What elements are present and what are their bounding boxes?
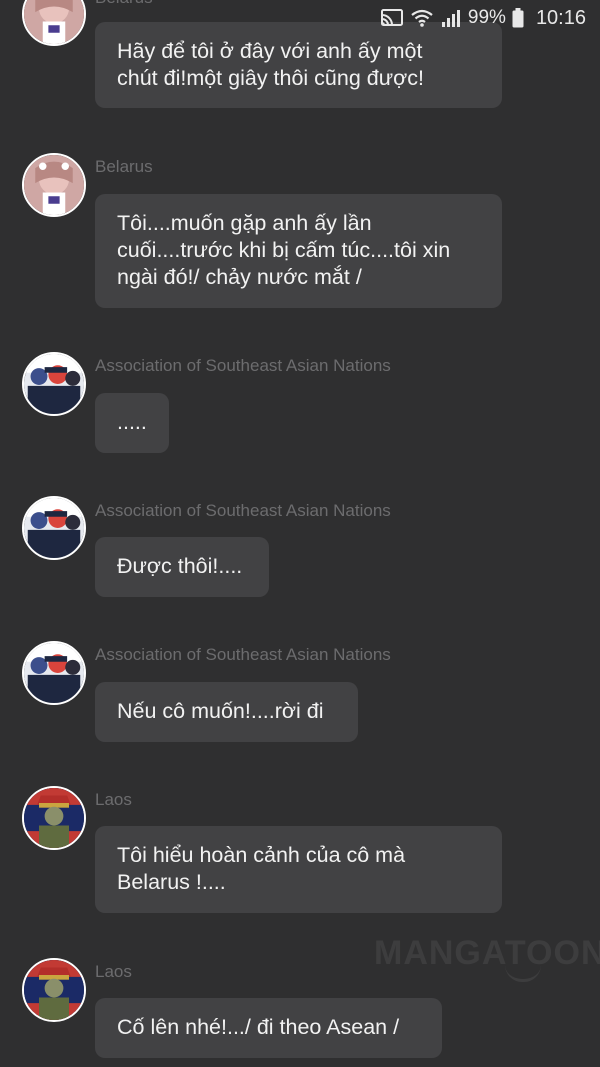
watermark-smile xyxy=(505,965,541,982)
belarus-avatar[interactable] xyxy=(22,153,86,217)
cast-icon xyxy=(380,8,404,28)
signal-icon xyxy=(440,8,460,28)
message-bubble[interactable]: Tôi hiểu hoàn cảnh của cô mà Belarus !..… xyxy=(95,826,502,913)
sender-name: Association of Southeast Asian Nations xyxy=(95,356,391,375)
status-bar: 99% 10:16 xyxy=(380,0,600,36)
battery-percent: 99% xyxy=(467,7,506,28)
sender-name: Belarus xyxy=(95,157,153,176)
battery-icon xyxy=(512,8,524,28)
clock: 10:16 xyxy=(535,6,586,29)
message-bubble[interactable]: Nếu cô muốn!....rời đi xyxy=(95,682,358,742)
laos-avatar[interactable] xyxy=(22,786,86,850)
asean-avatar[interactable] xyxy=(22,352,86,416)
message-bubble[interactable]: Tôi....muốn gặp anh ấy lần cuối....trước… xyxy=(95,194,502,308)
sender-name: Belarus xyxy=(95,0,153,8)
message-bubble[interactable]: Cố lên nhé!.../ đi theo Asean / xyxy=(95,998,442,1058)
wifi-icon xyxy=(410,8,434,28)
belarus-avatar[interactable] xyxy=(22,0,86,46)
message-bubble[interactable]: Được thôi!.... xyxy=(95,537,269,597)
sender-name: Association of Southeast Asian Nations xyxy=(95,645,391,664)
sender-name: Laos xyxy=(95,962,132,981)
watermark: MANGATOON xyxy=(374,934,600,972)
sender-name: Laos xyxy=(95,790,132,809)
sender-name: Association of Southeast Asian Nations xyxy=(95,501,391,520)
message-bubble[interactable]: ..... xyxy=(95,393,169,453)
asean-avatar[interactable] xyxy=(22,641,86,705)
asean-avatar[interactable] xyxy=(22,496,86,560)
laos-avatar[interactable] xyxy=(22,958,86,1022)
